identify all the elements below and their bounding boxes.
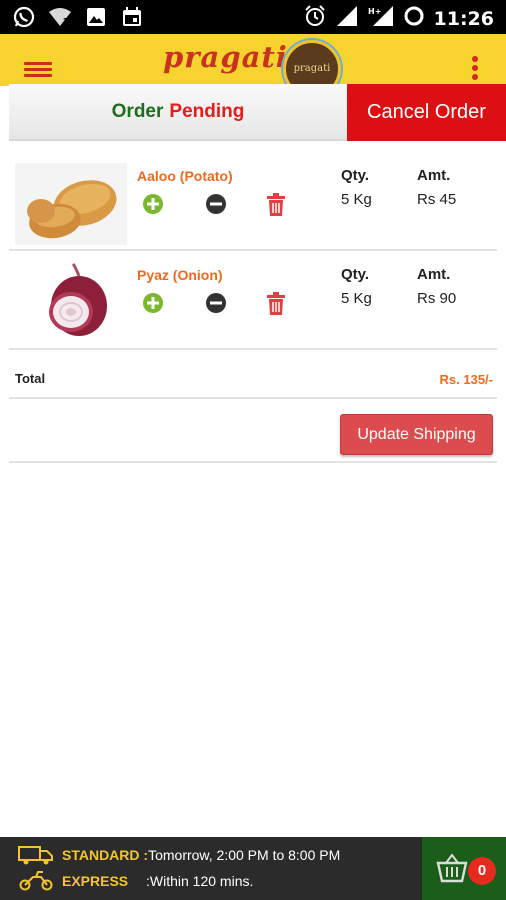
calendar-icon (120, 6, 144, 28)
delivery-bar: STANDARD : Tomorrow, 2:00 PM to 8:00 PM … (0, 837, 506, 900)
clock-time: 11:26 (433, 7, 494, 30)
order-tabs: Order Pending Cancel Order (9, 84, 506, 141)
delete-item-icon[interactable] (265, 193, 287, 216)
total-value: Rs. 135/- (439, 372, 493, 387)
standard-text: Tomorrow, 2:00 PM to 8:00 PM (148, 847, 341, 863)
onion-image (15, 262, 127, 344)
hamburger-menu-icon[interactable] (24, 62, 52, 78)
overflow-menu-icon[interactable] (472, 56, 480, 84)
shipping-row: Update Shipping (9, 400, 497, 463)
item-name: Pyaz (Onion) (137, 267, 223, 283)
alarm-icon (304, 5, 326, 32)
potato-image (15, 163, 127, 245)
amt-header: Amt. (417, 266, 451, 283)
item-amount: Rs 90 (417, 290, 457, 307)
decrease-qty-icon[interactable] (205, 193, 227, 215)
app-bar: pragati pragati (0, 34, 506, 98)
increase-qty-icon[interactable] (142, 292, 164, 314)
scooter-icon (18, 871, 54, 891)
cart-button[interactable]: 0 (422, 837, 506, 900)
app-logo: pragati pragati (163, 40, 343, 98)
update-shipping-button[interactable]: Update Shipping (340, 414, 493, 455)
whatsapp-icon (12, 6, 36, 28)
image-icon (84, 6, 108, 28)
battery-icon (404, 5, 424, 32)
item-qty: 5 Kg (341, 290, 372, 307)
express-delivery: EXPRESS :Within 120 mins. (18, 871, 253, 891)
express-text: :Within 120 mins. (146, 873, 254, 889)
order-label: Order (111, 100, 164, 122)
item-amount: Rs 45 (417, 191, 457, 208)
status-bar: ? H+ 11:26 (0, 0, 506, 34)
express-label: EXPRESS (62, 873, 129, 889)
decrease-qty-icon[interactable] (205, 292, 227, 314)
basket-icon (436, 853, 468, 883)
item-qty: 5 Kg (341, 191, 372, 208)
truck-icon (18, 845, 54, 865)
logo-text: pragati (163, 40, 288, 74)
cart-item-onion: Pyaz (Onion) Qty. Amt. 5 Kg Rs 90 (9, 252, 497, 350)
svg-text:?: ? (63, 17, 69, 27)
order-status-tab[interactable]: Order Pending (9, 84, 347, 141)
amt-header: Amt. (417, 167, 451, 184)
wifi-question-icon: ? (48, 6, 72, 28)
qty-header: Qty. (341, 167, 370, 184)
signal-icon (336, 5, 358, 32)
cart-count-badge: 0 (468, 857, 496, 885)
pending-label: Pending (169, 100, 245, 122)
standard-label: STANDARD : (62, 847, 149, 863)
svg-text:H+: H+ (368, 7, 381, 16)
cart-item-potato: Aaloo (Potato) Qty. Amt. 5 Kg Rs 45 (9, 153, 497, 251)
cancel-order-button[interactable]: Cancel Order (347, 84, 506, 141)
signal-h-plus-icon: H+ (368, 5, 394, 32)
standard-delivery: STANDARD : Tomorrow, 2:00 PM to 8:00 PM (18, 845, 340, 865)
total-row: Total Rs. 135/- (9, 352, 497, 399)
increase-qty-icon[interactable] (142, 193, 164, 215)
delete-item-icon[interactable] (265, 292, 287, 315)
total-label: Total (15, 371, 46, 386)
qty-header: Qty. (341, 266, 370, 283)
item-name: Aaloo (Potato) (137, 168, 233, 184)
